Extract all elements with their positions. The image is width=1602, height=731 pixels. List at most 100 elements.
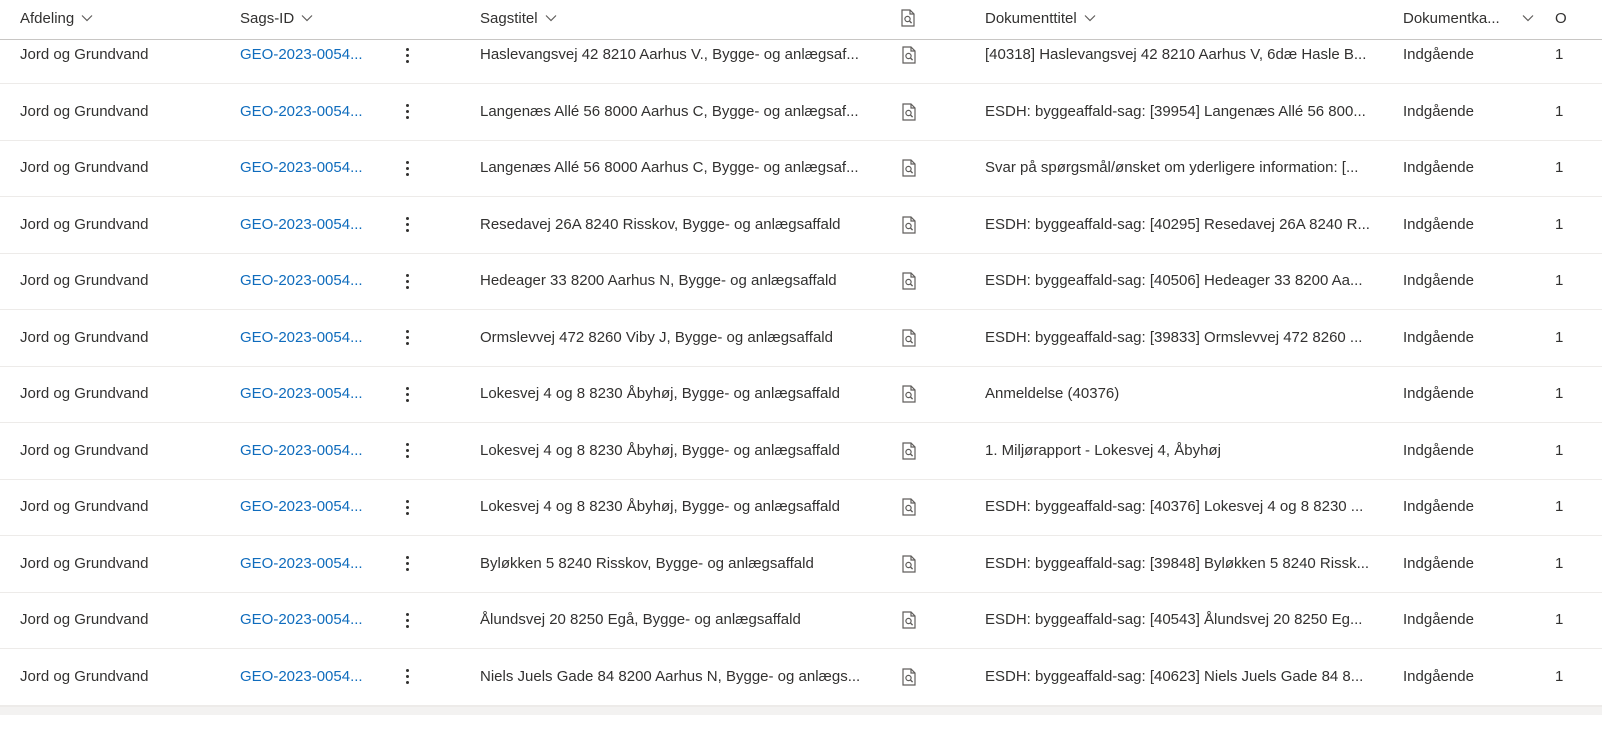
sagstitel-cell: Niels Juels Gade 84 8200 Aarhus N, Bygge…	[480, 667, 861, 685]
column-header-sags-id[interactable]: Sags-ID	[240, 0, 314, 36]
sags-id-link[interactable]: GEO-2023-0054...	[240, 479, 366, 535]
table-row[interactable]: Jord og Grundvand GEO-2023-0054... Lokesve…	[0, 423, 1602, 480]
more-vertical-icon	[405, 330, 409, 345]
open-document-button[interactable]	[896, 592, 922, 648]
dokumentkategori-cell: Indgående	[1403, 272, 1474, 289]
dokumentkategori-cell: Indgående	[1403, 441, 1474, 459]
open-document-button[interactable]	[896, 310, 922, 366]
more-vertical-dot	[405, 675, 409, 678]
sags-id-link[interactable]: GEO-2023-0054...	[240, 423, 366, 479]
table-row[interactable]: Jord og Grundvand GEO-2023-0054... Hedeage…	[0, 253, 1602, 310]
document-search-icon	[902, 159, 916, 177]
document-search-icon	[902, 554, 916, 573]
table-row[interactable]: Jord og Grundvand GEO-2023-0054... Lokesve…	[0, 479, 1602, 536]
open-document-button[interactable]	[896, 366, 922, 422]
document-search-icon	[902, 46, 916, 64]
dokumentkategori-cell: Indgående	[1403, 159, 1474, 176]
sagstitel-cell: Lokesvej 4 og 8 8230 Åbyhøj, Bygge- og a…	[480, 498, 840, 515]
sags-id-link[interactable]: GEO-2023-0054...	[240, 592, 366, 648]
afdeling-cell: Jord og Grundvand	[20, 102, 149, 120]
horizontal-scrollbar[interactable]	[0, 706, 1602, 715]
table-row[interactable]: Jord og Grundvand GEO-2023-0054... Langenæ…	[0, 140, 1602, 197]
sags-id-link[interactable]: GEO-2023-0054...	[240, 140, 366, 196]
open-document-button[interactable]	[896, 197, 922, 253]
column-header-dokumentkategori[interactable]: Dokumentka...	[1403, 0, 1535, 36]
afdeling-cell: Jord og Grundvand	[20, 667, 149, 685]
table-row[interactable]: Jord og Grundvand GEO-2023-0054... Ormslev…	[0, 310, 1602, 367]
sagstitel-cell: Hedeager 33 8200 Aarhus N, Bygge- og anl…	[480, 272, 837, 289]
afdeling-cell: Jord og Grundvand	[20, 498, 149, 515]
more-options-button[interactable]	[395, 84, 419, 140]
sags-id-link[interactable]: GEO-2023-0054...	[240, 253, 366, 309]
more-options-button[interactable]	[395, 649, 419, 705]
more-vertical-dot	[405, 279, 409, 283]
dokumenttitel-cell: ESDH: byggeaffald-sag: [39848] Byløkken …	[985, 554, 1370, 572]
more-vertical-icon	[405, 556, 409, 571]
extra-column-cell: 1	[1555, 441, 1564, 459]
sags-id-link[interactable]: GEO-2023-0054...	[240, 197, 366, 253]
dokumenttitel-cell: 1. Miljørapport - Lokesvej 4, Åbyhøj	[985, 441, 1221, 459]
more-vertical-dot	[405, 455, 409, 458]
more-options-button[interactable]	[395, 536, 419, 592]
open-document-button[interactable]	[896, 536, 922, 592]
more-options-button[interactable]	[395, 253, 419, 309]
more-options-button[interactable]	[395, 366, 419, 422]
more-options-button[interactable]	[395, 479, 419, 535]
dokumenttitel-cell: ESDH: byggeaffald-sag: [40295] Resedavej…	[985, 215, 1370, 233]
afdeling-cell: Jord og Grundvand	[20, 441, 149, 459]
dokumentkategori-cell: Indgående	[1403, 498, 1474, 515]
column-header-extra[interactable]: O	[1555, 0, 1567, 36]
more-vertical-dot	[405, 172, 409, 176]
open-document-button[interactable]	[896, 253, 922, 309]
extra-column-cell: 1	[1555, 215, 1564, 233]
more-vertical-dot	[405, 443, 409, 446]
table-row[interactable]: Jord og Grundvand GEO-2023-0054... Ålundsv…	[0, 592, 1602, 649]
table-row[interactable]: Jord og Grundvand GEO-2023-0054... Niels J…	[0, 649, 1602, 706]
chevron-down-icon	[1522, 15, 1534, 22]
more-vertical-icon	[405, 47, 409, 63]
more-options-button[interactable]	[395, 310, 419, 366]
more-options-button[interactable]	[395, 140, 419, 196]
dokumentkategori-cell: Indgående	[1403, 667, 1474, 685]
table-row[interactable]: Jord og Grundvand GEO-2023-0054... Langenæ…	[0, 84, 1602, 141]
sags-id-link[interactable]: GEO-2023-0054...	[240, 536, 366, 592]
dokumentkategori-cell: Indgående	[1403, 554, 1474, 572]
table-row[interactable]: Jord og Grundvand GEO-2023-0054... Byløkke…	[0, 536, 1602, 593]
sags-id-link[interactable]: GEO-2023-0054...	[240, 84, 366, 140]
sags-id-link[interactable]: GEO-2023-0054...	[240, 366, 366, 422]
table-row[interactable]: Jord og Grundvand GEO-2023-0054... Resedav…	[0, 197, 1602, 254]
afdeling-cell: Jord og Grundvand	[20, 554, 149, 572]
sags-id-link[interactable]: GEO-2023-0054...	[240, 649, 366, 705]
afdeling-cell: Jord og Grundvand	[20, 159, 149, 176]
open-document-button[interactable]	[896, 423, 922, 479]
open-document-button[interactable]	[896, 140, 922, 196]
open-document-button[interactable]	[896, 649, 922, 705]
sags-id-link[interactable]: GEO-2023-0054...	[240, 310, 366, 366]
more-options-button[interactable]	[395, 197, 419, 253]
dokumentkategori-cell: Indgående	[1403, 215, 1474, 233]
open-document-button[interactable]	[896, 84, 922, 140]
column-header-document-icon[interactable]	[898, 0, 918, 36]
more-vertical-dot	[405, 568, 409, 571]
sagstitel-cell: Langenæs Allé 56 8000 Aarhus C, Bygge- o…	[480, 102, 859, 120]
open-document-button[interactable]	[896, 479, 922, 535]
dokumenttitel-cell: ESDH: byggeaffald-sag: [40623] Niels Jue…	[985, 667, 1364, 685]
more-options-button[interactable]	[395, 423, 419, 479]
table-row[interactable]: Jord og Grundvand GEO-2023-0054... Lokesve…	[0, 366, 1602, 423]
more-options-button[interactable]	[395, 592, 419, 648]
document-search-icon	[902, 441, 916, 460]
sagstitel-cell: Langenæs Allé 56 8000 Aarhus C, Bygge- o…	[480, 159, 859, 176]
document-list-grid: Jord og Grundvand GEO-2023-0054... Hasleva…	[0, 0, 1602, 723]
document-search-icon	[902, 667, 916, 686]
column-header-afdeling[interactable]: Afdeling	[20, 0, 94, 36]
document-search-icon	[902, 272, 916, 290]
document-search-icon	[902, 498, 916, 516]
chevron-down-icon	[301, 15, 313, 22]
more-vertical-icon	[405, 273, 409, 289]
more-vertical-dot	[405, 104, 409, 107]
more-vertical-icon	[405, 612, 409, 628]
column-header-dokumenttitel[interactable]: Dokumenttitel	[985, 0, 1097, 36]
more-vertical-dot	[405, 229, 409, 232]
extra-column-cell: 1	[1555, 328, 1564, 346]
column-header-sagstitel[interactable]: Sagstitel	[480, 0, 558, 36]
